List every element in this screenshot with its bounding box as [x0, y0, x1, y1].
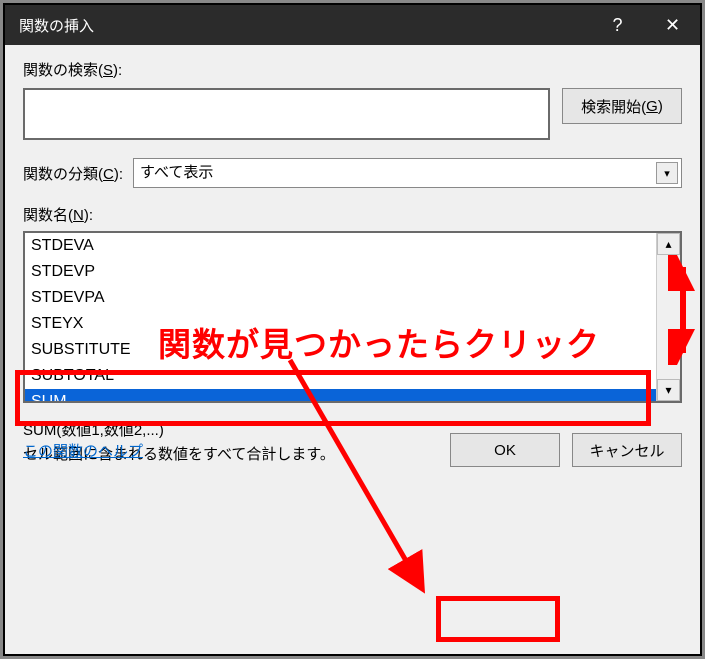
close-button[interactable]: ✕	[645, 5, 700, 45]
category-select[interactable]: すべて表示 ▾	[133, 158, 682, 188]
scrollbar[interactable]: ▴ ▾	[656, 233, 680, 401]
dialog-body: 関数の検索(S): 検索開始(G) 関数の分類(C): すべて表示 ▾ 関数名(…	[5, 45, 700, 481]
ok-button[interactable]: OK	[450, 433, 560, 467]
list-item[interactable]: SUBTOTAL	[25, 363, 656, 389]
scroll-up-icon[interactable]: ▴	[657, 233, 680, 255]
close-icon: ✕	[665, 15, 680, 36]
function-name-label: 関数名(N):	[23, 204, 682, 225]
scroll-down-icon[interactable]: ▾	[657, 379, 680, 401]
search-start-button[interactable]: 検索開始(G)	[562, 88, 682, 124]
dialog-title: 関数の挿入	[19, 15, 94, 36]
list-item[interactable]: SUM	[25, 389, 656, 401]
search-label: 関数の検索(S):	[23, 59, 682, 80]
chevron-down-icon: ▾	[656, 162, 678, 184]
dialog-window: 関数の挿入 ? ✕ 関数の検索(S): 検索開始(G) 関数の分類(C): すべ…	[3, 3, 702, 656]
question-icon: ?	[612, 15, 622, 36]
list-item[interactable]: SUBSTITUTE	[25, 337, 656, 363]
help-button[interactable]: ?	[590, 5, 645, 45]
titlebar: 関数の挿入 ? ✕	[5, 5, 700, 45]
list-item[interactable]: STDEVPA	[25, 285, 656, 311]
function-listbox[interactable]: STDEVASTDEVPSTDEVPASTEYXSUBSTITUTESUBTOT…	[23, 231, 682, 403]
help-link[interactable]: この関数のヘルプ	[23, 440, 143, 461]
search-input[interactable]	[23, 88, 550, 140]
list-item[interactable]: STDEVP	[25, 259, 656, 285]
list-item[interactable]: STEYX	[25, 311, 656, 337]
list-item[interactable]: STDEVA	[25, 233, 656, 259]
category-selected-value: すべて表示	[133, 158, 682, 188]
cancel-button[interactable]: キャンセル	[572, 433, 682, 467]
category-label: 関数の分類(C):	[23, 163, 123, 184]
